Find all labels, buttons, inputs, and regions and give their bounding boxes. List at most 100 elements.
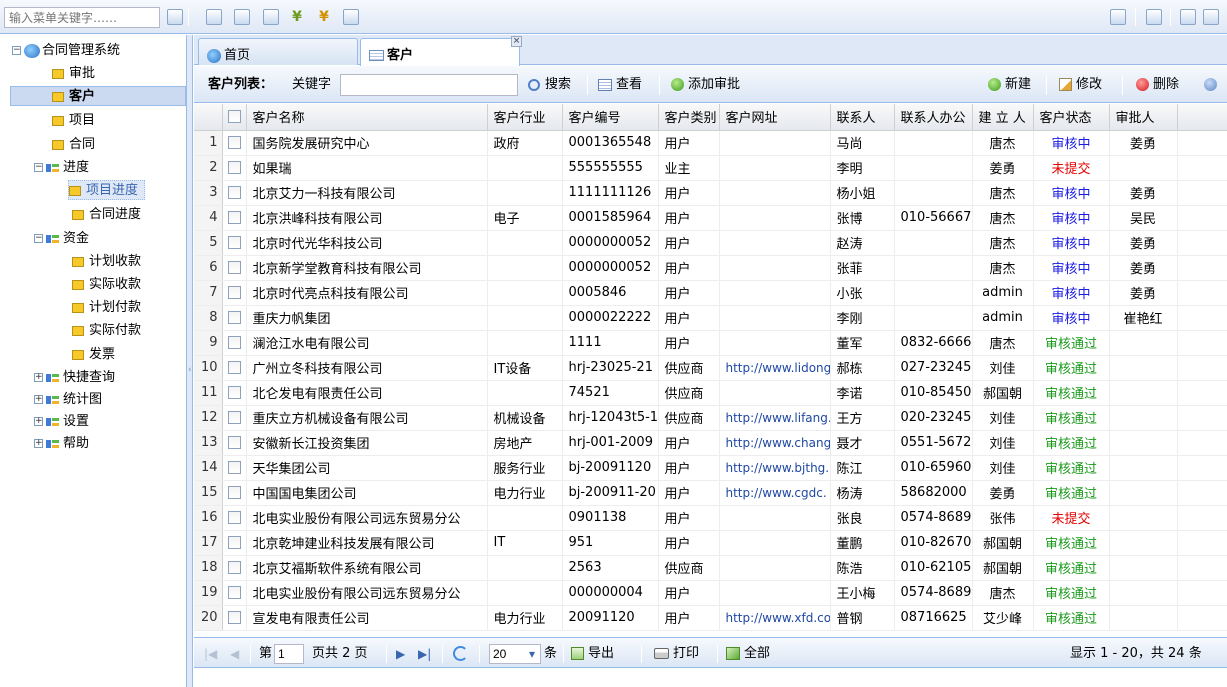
- column-header[interactable]: 联系人办公: [894, 104, 973, 131]
- tree-item-planned-receipt[interactable]: 计划收款: [72, 252, 141, 272]
- table-row[interactable]: 6 北京新学堂教育科技有限公司 0000000052 用户 张菲 唐杰 审核中 姜勇: [194, 255, 1227, 281]
- column-header[interactable]: 联系人: [830, 104, 895, 131]
- checkbox[interactable]: [227, 186, 241, 199]
- tree-item-project[interactable]: 项目: [52, 111, 95, 131]
- checkbox[interactable]: [227, 136, 241, 149]
- table-icon[interactable]: [263, 9, 279, 25]
- table-row[interactable]: 3 北京艾力一科技有限公司 1111111126 用户 杨小姐 唐杰 审核中 姜勇: [194, 180, 1227, 206]
- mail-icon[interactable]: [1110, 9, 1126, 25]
- tree-toggle-icon[interactable]: [167, 9, 183, 25]
- table-row[interactable]: 7 北京时代亮点科技有限公司 0005846 用户 小张 admin 审核中 姜勇: [194, 280, 1227, 306]
- collapse-icon[interactable]: −: [34, 163, 43, 172]
- window-menu-icon[interactable]: [1203, 9, 1219, 25]
- delete-button[interactable]: 删除: [1136, 76, 1179, 94]
- row-checkbox[interactable]: [222, 580, 247, 606]
- cell-website[interactable]: http://www.chang: [719, 430, 831, 456]
- tree-folder-settings[interactable]: + 设置: [34, 412, 89, 432]
- tree-folder-funds[interactable]: − 资金: [34, 229, 89, 249]
- row-checkbox[interactable]: [222, 355, 247, 381]
- checkbox[interactable]: [227, 261, 241, 274]
- column-header[interactable]: 客户名称: [246, 104, 488, 131]
- row-checkbox[interactable]: [222, 405, 247, 431]
- table-row[interactable]: 16 北电实业股份有限公司远东贸易分公 0901138 用户 张良 0574-8689 张伟…: [194, 505, 1227, 531]
- table-row[interactable]: 18 北京艾福斯软件系统有限公司 2563 供应商 陈浩 010-62105 郝国朝 审核通过: [194, 555, 1227, 581]
- last-page-icon[interactable]: ▶|: [418, 647, 431, 661]
- page-number-input[interactable]: [274, 644, 304, 664]
- first-page-icon[interactable]: |◀: [204, 647, 217, 661]
- table-row[interactable]: 10 广州立冬科技有限公司 IT设备 hrj-23025-21 供应商 http://ww…: [194, 355, 1227, 381]
- table-row[interactable]: 13 安徽新长江投资集团 房地产 hrj-001-2009 用户 http://www.c…: [194, 430, 1227, 456]
- table-row[interactable]: 4 北京洪峰科技有限公司 电子 0001585964 用户 张博 010-56667 唐杰 审核…: [194, 205, 1227, 231]
- row-checkbox[interactable]: [222, 205, 247, 231]
- row-checkbox[interactable]: [222, 530, 247, 556]
- column-header[interactable]: 审批人: [1109, 104, 1178, 131]
- help-button[interactable]: [1204, 76, 1221, 94]
- checkbox[interactable]: [227, 211, 241, 224]
- column-header[interactable]: 客户编号: [562, 104, 659, 131]
- row-checkbox[interactable]: [222, 155, 247, 181]
- expand-icon[interactable]: +: [34, 395, 43, 404]
- row-checkbox[interactable]: [222, 505, 247, 531]
- table-row[interactable]: 15 中国国电集团公司 电力行业 bj-200911-20 用户 http://www.c…: [194, 480, 1227, 506]
- row-checkbox[interactable]: [222, 605, 247, 631]
- checkbox[interactable]: [227, 536, 241, 549]
- checkbox[interactable]: [227, 436, 241, 449]
- checkbox[interactable]: [227, 386, 241, 399]
- checkbox[interactable]: [227, 236, 241, 249]
- cell-website[interactable]: http://www.lifang.: [719, 405, 831, 431]
- splitter[interactable]: ‹: [187, 35, 193, 687]
- table-row[interactable]: 11 北仑发电有限责任公司 74521 供应商 李诺 010-85450 郝国朝 审核通过: [194, 380, 1227, 406]
- table-row[interactable]: 9 澜沧江水电有限公司 1111 用户 董军 0832-6666 唐杰 审核通过: [194, 330, 1227, 356]
- checkbox[interactable]: [227, 586, 241, 599]
- search-button[interactable]: 搜索: [528, 76, 571, 94]
- next-page-icon[interactable]: ▶: [396, 647, 405, 661]
- income-yen-icon[interactable]: ¥: [289, 9, 305, 25]
- checkbox[interactable]: [227, 110, 241, 124]
- table-row[interactable]: 8 重庆力帆集团 0000022222 用户 李刚 admin 审核中 崔艳红: [194, 305, 1227, 331]
- calculator-icon[interactable]: [1180, 9, 1196, 25]
- row-checkbox[interactable]: [222, 555, 247, 581]
- table-row[interactable]: 14 天华集团公司 服务行业 bj-20091120 用户 http://www.bjth…: [194, 455, 1227, 481]
- checkbox[interactable]: [227, 411, 241, 424]
- print-button[interactable]: 打印: [654, 645, 699, 663]
- tree-item-planned-payment[interactable]: 计划付款: [72, 298, 141, 318]
- tree-item-customer[interactable]: 客户: [10, 86, 186, 106]
- cell-website[interactable]: http://www.cgdc.: [719, 480, 831, 506]
- row-checkbox[interactable]: [222, 305, 247, 331]
- add-approval-button[interactable]: 添加审批: [671, 76, 740, 94]
- collapse-icon[interactable]: −: [12, 46, 21, 55]
- modify-button[interactable]: 修改: [1059, 76, 1102, 94]
- create-button[interactable]: 新建: [988, 76, 1031, 94]
- checkbox[interactable]: [227, 161, 241, 174]
- row-checkbox[interactable]: [222, 180, 247, 206]
- prev-page-icon[interactable]: ◀: [230, 647, 239, 661]
- view-button[interactable]: 查看: [598, 76, 642, 94]
- row-checkbox[interactable]: [222, 255, 247, 281]
- table-row[interactable]: 1 国务院发展研究中心 政府 0001365548 用户 马尚 唐杰 审核中 姜勇: [194, 130, 1227, 156]
- tree-item-actual-receipt[interactable]: 实际收款: [72, 275, 141, 295]
- tree-folder-progress[interactable]: − 进度: [34, 158, 89, 178]
- column-header[interactable]: 建 立 人: [972, 104, 1034, 131]
- expand-icon[interactable]: +: [34, 373, 43, 382]
- table-row[interactable]: 17 北京乾坤建业科技发展有限公司 IT 951 用户 董鹏 010-82670 郝国朝 审核通…: [194, 530, 1227, 556]
- column-header[interactable]: 客户类别: [658, 104, 720, 131]
- search-icon[interactable]: [1146, 9, 1162, 25]
- payment-yen-icon[interactable]: ¥: [316, 9, 332, 25]
- expand-icon[interactable]: +: [34, 417, 43, 426]
- tree-folder-quick-query[interactable]: + 快捷查询: [34, 368, 115, 388]
- column-header[interactable]: 客户行业: [487, 104, 563, 131]
- row-checkbox[interactable]: [222, 430, 247, 456]
- checkbox[interactable]: [227, 286, 241, 299]
- invoice-icon[interactable]: [343, 9, 359, 25]
- tree-folder-help[interactable]: + 帮助: [34, 434, 89, 454]
- collapse-arrow-icon[interactable]: ‹: [188, 365, 192, 385]
- chevron-down-icon[interactable]: ▾: [529, 647, 535, 661]
- cell-website[interactable]: http://www.bjthg.: [719, 455, 831, 481]
- row-checkbox[interactable]: [222, 330, 247, 356]
- table-row[interactable]: 5 北京时代光华科技公司 0000000052 用户 赵涛 唐杰 审核中 姜勇: [194, 230, 1227, 256]
- table-row[interactable]: 19 北电实业股份有限公司远东贸易分公 000000004 用户 王小梅 0574-868…: [194, 580, 1227, 606]
- export-button[interactable]: 导出: [571, 645, 614, 663]
- tab-home[interactable]: 首页: [198, 38, 358, 65]
- close-icon[interactable]: ×: [511, 36, 522, 47]
- table-row[interactable]: 12 重庆立方机械设备有限公司 机械设备 hrj-12043t5-1 供应商 http:/…: [194, 405, 1227, 431]
